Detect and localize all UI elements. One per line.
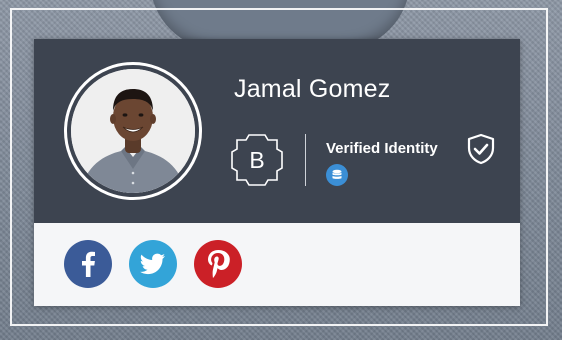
avatar-ring <box>64 62 202 200</box>
b-badge-letter: B <box>249 147 264 173</box>
b-badge-icon[interactable]: B <box>228 131 286 189</box>
card-header: Jamal Gomez B Verified Identity <box>34 39 520 223</box>
verified-identity-label: Verified Identity <box>326 140 438 157</box>
facebook-button[interactable] <box>64 240 112 288</box>
twitter-button[interactable] <box>129 240 177 288</box>
avatar-photo <box>71 69 195 193</box>
profile-card: Jamal Gomez B Verified Identity <box>34 39 520 306</box>
pinterest-icon <box>208 250 230 278</box>
pinterest-button[interactable] <box>194 240 242 288</box>
avatar <box>71 69 195 193</box>
twitter-icon <box>140 253 165 275</box>
database-icon[interactable] <box>326 164 348 186</box>
header-divider <box>305 134 306 186</box>
shield-check-icon <box>466 133 496 165</box>
facebook-icon <box>82 251 95 277</box>
profile-name: Jamal Gomez <box>234 75 391 103</box>
